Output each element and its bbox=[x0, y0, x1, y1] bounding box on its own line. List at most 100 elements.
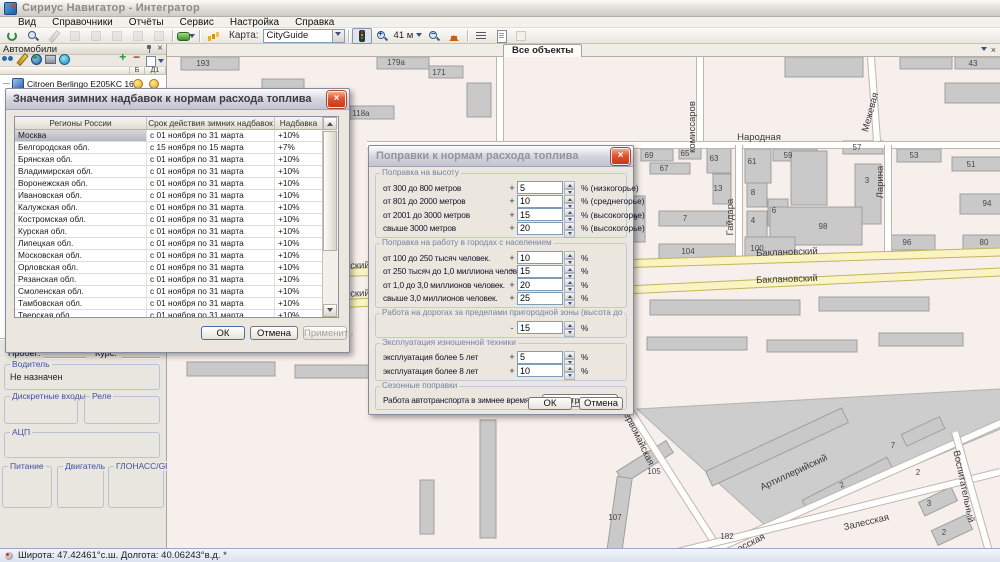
cancel-button[interactable]: Отмена bbox=[250, 326, 298, 340]
spinner[interactable] bbox=[564, 222, 575, 235]
spinner[interactable] bbox=[564, 351, 575, 364]
menu-item[interactable]: Настройка bbox=[222, 17, 287, 28]
table-row[interactable]: Рязанская обл.с 01 ноября по 31 марта+10… bbox=[15, 274, 323, 286]
column-header-b[interactable]: Б bbox=[130, 67, 145, 75]
spinner[interactable] bbox=[564, 251, 575, 264]
menu-item[interactable]: Справочники bbox=[44, 17, 121, 28]
window-titlebar[interactable]: Сириус Навигатор - Интегратор bbox=[0, 0, 1000, 17]
value-input[interactable] bbox=[517, 265, 563, 278]
table-row[interactable]: Владимирская обл.с 01 ноября по 31 марта… bbox=[15, 166, 323, 178]
spin-down-icon[interactable] bbox=[564, 230, 575, 238]
refresh-button[interactable] bbox=[2, 28, 22, 44]
tab-close-icon[interactable]: × bbox=[991, 45, 996, 55]
ok-button[interactable]: ОК bbox=[201, 326, 245, 340]
route-button[interactable] bbox=[176, 28, 196, 44]
spin-up-icon[interactable] bbox=[564, 364, 575, 372]
scrollbar-thumb[interactable] bbox=[323, 131, 337, 251]
dialog-titlebar[interactable]: Значения зимних надбавок к нормам расход… bbox=[6, 89, 349, 110]
ph-button[interactable] bbox=[86, 28, 106, 44]
scroll-down-icon[interactable] bbox=[323, 304, 337, 317]
apply-button[interactable]: Применить bbox=[303, 326, 347, 340]
chart-button[interactable] bbox=[203, 28, 223, 44]
table-row[interactable]: Тамбовская обл.с 01 ноября по 31 марта+1… bbox=[15, 298, 323, 310]
traffic-button[interactable] bbox=[352, 28, 372, 44]
list-button[interactable] bbox=[471, 28, 491, 44]
column-header-d1[interactable]: Д1 bbox=[145, 67, 166, 75]
value-input[interactable] bbox=[517, 181, 563, 194]
table-row[interactable]: Москвас 01 ноября по 31 марта+10% bbox=[15, 130, 323, 142]
column-regions[interactable]: Регионы России bbox=[15, 117, 147, 130]
zoom-out-button[interactable]: − bbox=[424, 28, 444, 44]
layout-combo-button[interactable] bbox=[146, 55, 164, 67]
table-row[interactable]: Липецкая обл.с 01 ноября по 31 марта+10% bbox=[15, 238, 323, 250]
ph-button[interactable] bbox=[149, 28, 169, 44]
spinner[interactable] bbox=[564, 195, 575, 208]
table-row[interactable]: Белгородская обл.с 15 ноября по 15 марта… bbox=[15, 142, 323, 154]
close-icon[interactable] bbox=[327, 91, 346, 108]
tab-all-objects[interactable]: Все объекты bbox=[503, 44, 582, 57]
globe2-button[interactable] bbox=[58, 53, 70, 68]
ok-button[interactable]: ОК bbox=[528, 397, 572, 410]
spin-down-icon[interactable] bbox=[564, 300, 575, 308]
remove-vehicle-button[interactable] bbox=[132, 53, 144, 68]
spin-up-icon[interactable] bbox=[564, 181, 575, 189]
close-icon[interactable] bbox=[611, 148, 630, 165]
column-surcharge[interactable]: Надбавка bbox=[275, 117, 323, 130]
ph-button[interactable] bbox=[107, 28, 127, 44]
home-button[interactable] bbox=[444, 28, 464, 44]
monitor-button[interactable] bbox=[44, 53, 56, 68]
scroll-up-icon[interactable] bbox=[323, 117, 337, 130]
combo-dropdown-button[interactable] bbox=[332, 30, 344, 42]
spin-up-icon[interactable] bbox=[564, 292, 575, 300]
value-input[interactable] bbox=[517, 278, 563, 291]
spin-up-icon[interactable] bbox=[564, 251, 575, 259]
value-input[interactable] bbox=[517, 251, 563, 264]
scale-combobox[interactable]: 41 м bbox=[394, 30, 423, 41]
spin-up-icon[interactable] bbox=[564, 195, 575, 203]
pin-icon[interactable] bbox=[145, 44, 153, 54]
spinner[interactable] bbox=[564, 321, 575, 334]
menu-item[interactable]: Сервис bbox=[172, 17, 222, 28]
spinner[interactable] bbox=[564, 292, 575, 305]
menu-item[interactable]: Справка bbox=[287, 17, 342, 28]
value-input[interactable] bbox=[517, 292, 563, 305]
table-row[interactable]: Брянская обл.с 01 ноября по 31 марта+10% bbox=[15, 154, 323, 166]
ph-button[interactable] bbox=[128, 28, 148, 44]
globe-button[interactable] bbox=[30, 53, 42, 68]
value-input[interactable] bbox=[517, 222, 563, 235]
table-row[interactable]: Костромская обл.с 01 ноября по 31 марта+… bbox=[15, 214, 323, 226]
dialog-titlebar[interactable]: Поправки к нормам расхода топлива bbox=[369, 146, 633, 167]
column-header-name[interactable] bbox=[0, 67, 130, 75]
spinner[interactable] bbox=[564, 265, 575, 278]
table-row[interactable]: Смоленская обл.с 01 ноября по 31 марта+1… bbox=[15, 286, 323, 298]
value-input[interactable] bbox=[517, 321, 563, 334]
panel-close-icon[interactable]: × bbox=[157, 44, 163, 54]
spin-up-icon[interactable] bbox=[564, 321, 575, 329]
zoom-in-button[interactable]: + bbox=[372, 28, 392, 44]
spinner[interactable] bbox=[564, 181, 575, 194]
pencil-y-button[interactable] bbox=[44, 28, 64, 44]
blank-button[interactable] bbox=[511, 28, 531, 44]
binoc-button[interactable] bbox=[2, 53, 14, 68]
spin-up-icon[interactable] bbox=[564, 265, 575, 273]
value-input[interactable] bbox=[517, 351, 563, 364]
column-period[interactable]: Срок действия зимних надбавок bbox=[147, 117, 275, 130]
value-input[interactable] bbox=[517, 364, 563, 377]
table-row[interactable]: Воронежская обл.с 01 ноября по 31 марта+… bbox=[15, 178, 323, 190]
spin-up-icon[interactable] bbox=[564, 351, 575, 359]
spin-up-icon[interactable] bbox=[564, 278, 575, 286]
table-row[interactable]: Ивановская обл.с 01 ноября по 31 марта+1… bbox=[15, 190, 323, 202]
search-button[interactable] bbox=[23, 28, 43, 44]
value-input[interactable] bbox=[517, 195, 563, 208]
menu-item[interactable]: Отчёты bbox=[121, 17, 172, 28]
add-vehicle-button[interactable] bbox=[118, 53, 130, 68]
pencil-y-button[interactable] bbox=[16, 53, 28, 68]
ph-button[interactable] bbox=[65, 28, 85, 44]
spinner[interactable] bbox=[564, 208, 575, 221]
spin-down-icon[interactable] bbox=[564, 372, 575, 380]
spin-up-icon[interactable] bbox=[564, 208, 575, 216]
spin-up-icon[interactable] bbox=[564, 222, 575, 230]
spin-down-icon[interactable] bbox=[564, 329, 575, 337]
cancel-button[interactable]: Отмена bbox=[579, 397, 623, 410]
table-row[interactable]: Курская обл.с 01 ноября по 31 марта+10% bbox=[15, 226, 323, 238]
